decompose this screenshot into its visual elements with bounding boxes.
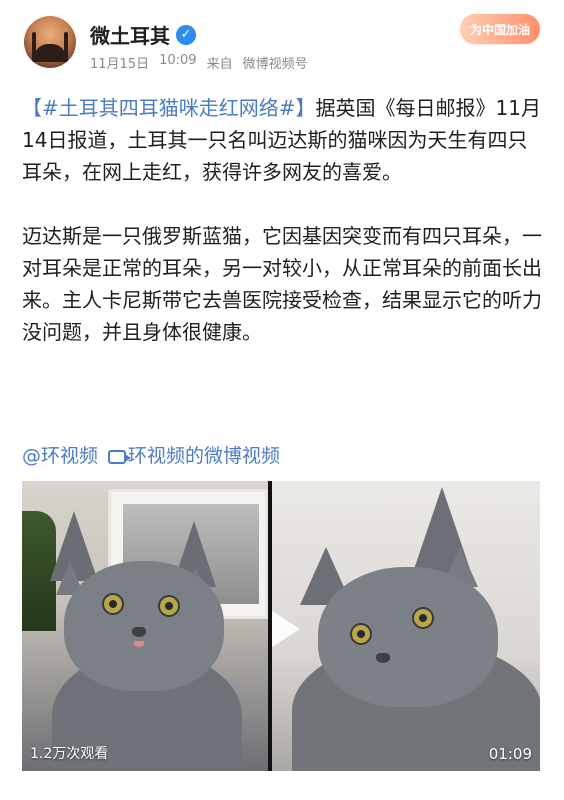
source-link[interactable]: 微博视频号 <box>243 53 308 72</box>
post-time: 10:09 <box>159 53 197 68</box>
post-links: @环视频 环视频的微博视频 <box>22 440 280 472</box>
cat-nose <box>132 627 146 637</box>
post-meta: 11月15日 10:09 来自 微博视频号 <box>90 53 308 72</box>
cat-mouth <box>134 641 144 647</box>
post-date: 11月15日 <box>90 57 150 72</box>
cat-eye-left-2 <box>350 623 372 645</box>
cat-nose-2 <box>376 653 390 663</box>
video-thumbnail-right <box>272 481 540 771</box>
username-row: 微土耳其 ✓ <box>90 20 196 49</box>
avatar-minaret-right <box>64 32 68 62</box>
play-icon[interactable] <box>272 611 300 647</box>
cat-eye-left <box>102 593 124 615</box>
post-body: 【#土耳其四耳猫咪走红网络#】据英国《每日邮报》11月14日报道，土耳其一只名叫… <box>22 92 544 380</box>
source-prefix: 来自 <box>206 57 233 72</box>
avatar[interactable] <box>24 16 76 68</box>
cat-eye-right-2 <box>412 607 434 629</box>
post-paragraph-2: 迈达斯是一只俄罗斯蓝猫，它因基因突变而有四只耳朵，一对耳朵是正常的耳朵，另一对较… <box>22 224 542 344</box>
avatar-silhouette <box>34 44 66 62</box>
post-header: 微土耳其 ✓ 11月15日 10:09 来自 微博视频号 为中国加油 <box>0 0 564 82</box>
view-count: 1.2万次观看 <box>30 746 109 762</box>
mention-link[interactable]: @环视频 <box>22 440 98 472</box>
video-player[interactable]: 1.2万次观看 01:09 <box>22 481 540 771</box>
video-camera-icon <box>108 449 132 464</box>
cat-head-right <box>318 567 498 707</box>
hashtag-link[interactable]: 【#土耳其四耳猫咪走红网络#】 <box>22 96 316 120</box>
video-link-label: 环视频的微博视频 <box>128 445 281 467</box>
verified-check-icon: ✓ <box>176 24 196 45</box>
video-duration: 01:09 <box>488 745 532 763</box>
promo-badge[interactable]: 为中国加油 <box>459 14 540 44</box>
post-paragraph-1: 【#土耳其四耳猫咪走红网络#】据英国《每日邮报》11月14日报道，土耳其一只名叫… <box>22 92 544 188</box>
video-thumbnail-left <box>22 481 268 771</box>
username[interactable]: 微土耳其 <box>90 20 170 49</box>
cat-head-left <box>64 561 224 691</box>
cat-eye-right <box>158 595 180 617</box>
avatar-minaret-left <box>32 32 36 62</box>
video-link[interactable]: 环视频的微博视频 <box>108 440 280 472</box>
